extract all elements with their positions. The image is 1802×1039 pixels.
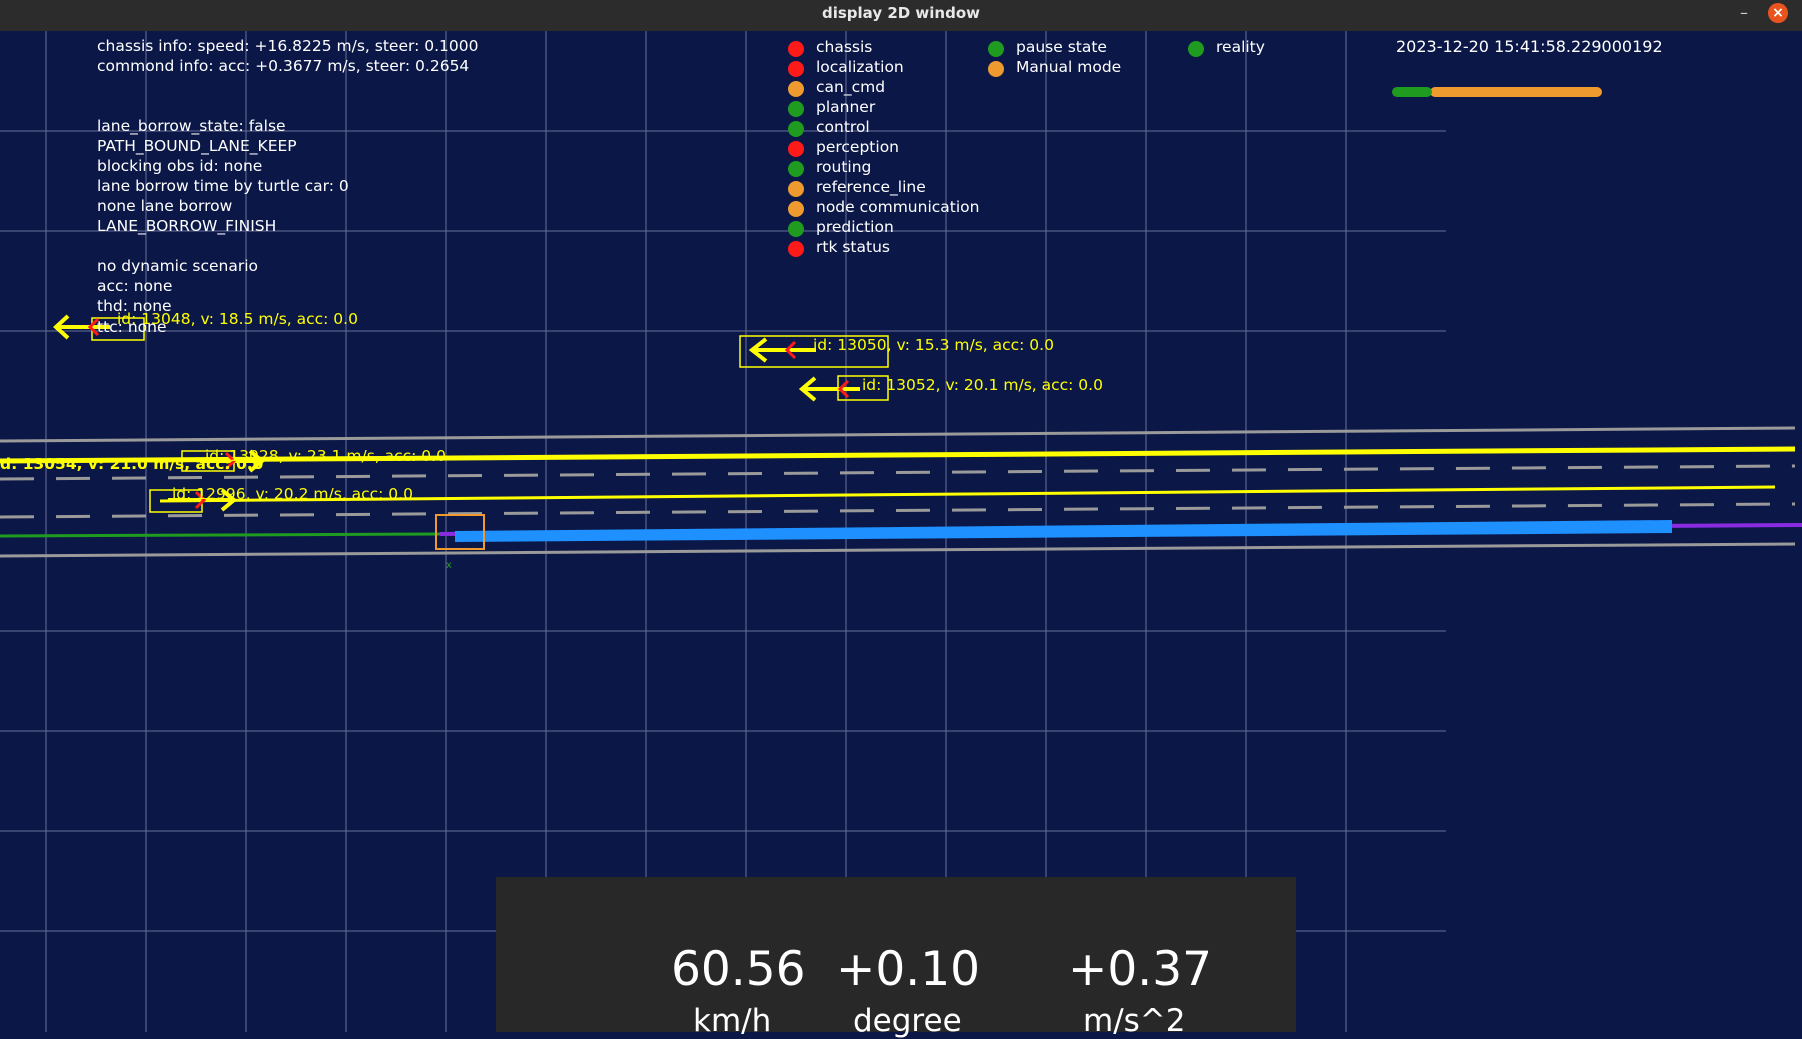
command-info: commond info: acc: +0.3677 m/s, steer: 0… bbox=[97, 57, 470, 75]
chassis-info: chassis info: speed: +16.8225 m/s, steer… bbox=[97, 37, 479, 55]
state-label: reality bbox=[1216, 38, 1265, 56]
blocking-obstacle: blocking obs id: none bbox=[97, 157, 263, 175]
status-dot-icon bbox=[788, 121, 804, 137]
module-label: localization bbox=[816, 58, 904, 76]
progress-bar-green bbox=[1392, 87, 1432, 97]
module-label: planner bbox=[816, 98, 876, 116]
obstacle-label-12996: id: 12996, v: 20.2 m/s, acc: 0.0 bbox=[172, 485, 413, 503]
progress-bar-orange bbox=[1430, 87, 1602, 97]
module-label: can_cmd bbox=[816, 78, 886, 96]
ego-axis-x: x bbox=[446, 560, 452, 571]
close-button[interactable]: × bbox=[1768, 3, 1788, 23]
lane-borrow-finish: LANE_BORROW_FINISH bbox=[97, 217, 277, 235]
status-dot-icon bbox=[788, 201, 804, 217]
status-dot-icon bbox=[1188, 41, 1204, 57]
module-label: control bbox=[816, 118, 870, 136]
status-dot-icon bbox=[788, 41, 804, 57]
lane-boundary-bottom bbox=[0, 542, 1796, 558]
lane-boundary-top bbox=[0, 426, 1796, 443]
ego-route-line bbox=[0, 532, 441, 538]
module-label: prediction bbox=[816, 218, 894, 236]
module-label: perception bbox=[816, 138, 899, 156]
status-dot-icon bbox=[788, 221, 804, 237]
steer-unit: degree bbox=[853, 1003, 962, 1039]
status-dot-icon bbox=[788, 101, 804, 117]
lane-dash-2 bbox=[0, 502, 1796, 519]
steer-value: +0.10 bbox=[836, 942, 981, 997]
status-dot-icon bbox=[788, 181, 804, 197]
path-bound-state: PATH_BOUND_LANE_KEEP bbox=[97, 137, 297, 155]
minimize-button[interactable]: – bbox=[1736, 2, 1752, 24]
module-label: routing bbox=[816, 158, 872, 176]
acc-value: +0.37 bbox=[1068, 942, 1213, 997]
status-dot-icon bbox=[788, 61, 804, 77]
status-dot-icon bbox=[788, 81, 804, 97]
obstacle-label-13052: id: 13052, v: 20.1 m/s, acc: 0.0 bbox=[862, 376, 1103, 394]
turtle-car-time: lane borrow time by turtle car: 0 bbox=[97, 177, 349, 195]
acc-info: acc: none bbox=[97, 277, 173, 295]
module-label: reference_line bbox=[816, 178, 926, 196]
obstacle-label-13050: id: 13050, v: 15.3 m/s, acc: 0.0 bbox=[813, 336, 1054, 354]
status-dot-icon bbox=[788, 141, 804, 157]
speed-unit: km/h bbox=[693, 1003, 772, 1039]
module-label: chassis bbox=[816, 38, 873, 56]
planned-path bbox=[455, 520, 1672, 542]
dynamic-scenario: no dynamic scenario bbox=[97, 257, 259, 275]
status-dot-icon bbox=[988, 61, 1004, 77]
module-label: node communication bbox=[816, 198, 980, 216]
status-dot-icon bbox=[988, 41, 1004, 57]
display-canvas: x chassis info: speed: +16.8225 m/s, ste… bbox=[0, 31, 1802, 1039]
timestamp: 2023-12-20 15:41:58.229000192 bbox=[1396, 37, 1663, 56]
state-label: pause state bbox=[1016, 38, 1107, 56]
none-lane-borrow: none lane borrow bbox=[97, 197, 233, 215]
module-label: rtk status bbox=[816, 238, 890, 256]
lane-borrow-state: lane_borrow_state: false bbox=[97, 117, 286, 135]
speed-value: 60.56 bbox=[671, 942, 806, 997]
status-dot-icon bbox=[788, 241, 804, 257]
obstacle-label-13048: id: 13048, v: 18.5 m/s, acc: 0.0 bbox=[117, 310, 358, 328]
lane-dash-1 bbox=[0, 464, 1796, 481]
state-label: Manual mode bbox=[1016, 58, 1122, 76]
window-title: display 2D window bbox=[821, 4, 981, 22]
status-dot-icon bbox=[788, 161, 804, 177]
obstacle-label-13028: id: 13028, v: 23.1 m/s, acc: 0.0 bbox=[205, 447, 446, 465]
acc-unit: m/s^2 bbox=[1083, 1003, 1186, 1039]
vehicle-dashboard: 60.56 km/h +0.10 degree +0.37 m/s^2 bbox=[496, 877, 1296, 1039]
title-bar: display 2D window – × bbox=[0, 0, 1802, 31]
